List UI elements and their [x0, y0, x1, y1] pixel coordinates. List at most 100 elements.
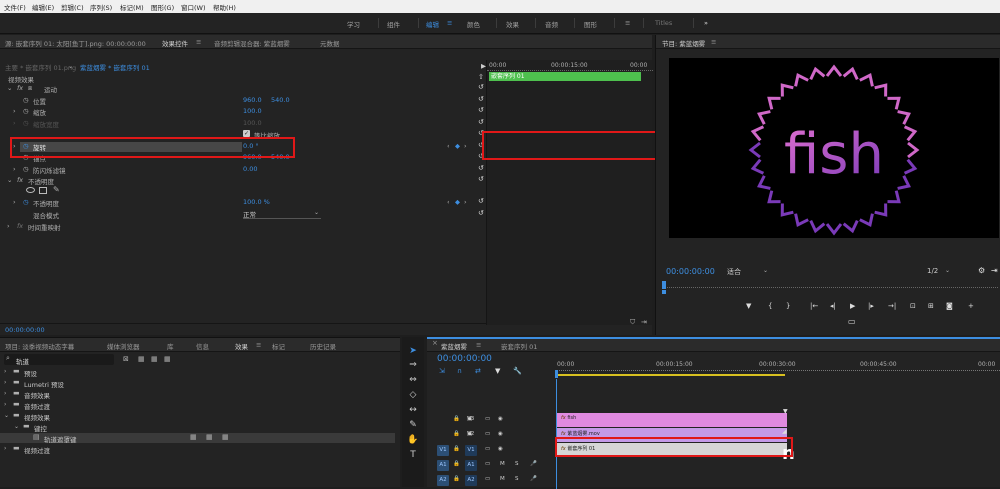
workspace-menu-icon-2[interactable]: ≡	[625, 19, 630, 27]
effects-tree-item[interactable]: › ▬ 音频效果	[0, 389, 395, 400]
microphone-icon[interactable]: 🎤	[530, 461, 537, 467]
zoom-fit-select[interactable]: 适合	[727, 267, 741, 277]
expand-icon[interactable]: ⇥	[991, 266, 998, 275]
effects-tree-item[interactable]: › ▬ 音频过渡	[0, 400, 395, 411]
track-name-a1[interactable]: A1	[465, 460, 477, 471]
filter-icon[interactable]: ⛉	[630, 318, 635, 327]
tab-libraries[interactable]: 库	[167, 341, 174, 351]
mark-out-icon[interactable]: }	[786, 302, 790, 310]
tab-effects[interactable]: 效果	[235, 341, 248, 351]
reset-motion-icon[interactable]: ↺	[478, 83, 484, 91]
workspace-assembly[interactable]: 组件	[387, 19, 400, 29]
antiflicker-value[interactable]: 0.00	[243, 165, 257, 175]
tab-sequence-main[interactable]: 紫蓝烟雾	[441, 341, 467, 351]
effects-tree-item[interactable]: › ▬ Lumetri 预设	[0, 378, 395, 389]
opacity-value[interactable]: 100.0 %	[243, 198, 270, 208]
play-button-icon[interactable]: ▶	[850, 302, 855, 310]
track-name-a2[interactable]: A2	[465, 475, 477, 486]
menu-edit[interactable]: 编辑(E)	[32, 2, 54, 12]
eye-icon[interactable]: ◉	[498, 446, 503, 452]
chevron-right-icon[interactable]: ›	[4, 368, 6, 375]
uniform-scale-checkbox[interactable]: ✓	[243, 130, 250, 137]
effect-timecode[interactable]: 00:00:00:00	[5, 326, 45, 334]
mark-in-icon[interactable]: {	[768, 302, 772, 310]
menu-marker[interactable]: 标记(M)	[120, 2, 144, 12]
stopwatch-icon[interactable]: ◷	[23, 96, 29, 106]
menu-help[interactable]: 帮助(H)	[213, 2, 236, 12]
chevron-down-icon[interactable]: ⌄	[945, 267, 950, 274]
add-button-icon[interactable]: +	[968, 302, 974, 310]
chevron-right-icon[interactable]: ›	[13, 198, 16, 208]
ripple-edit-icon[interactable]: ⇔	[407, 374, 419, 386]
workspace-effects[interactable]: 效果	[506, 19, 519, 29]
eye-icon[interactable]: ◉	[498, 416, 503, 422]
effects-tree-item[interactable]: › ▬ 视频过渡	[0, 444, 395, 455]
tab-markers[interactable]: 标记	[272, 341, 285, 351]
tab-audio-mixer[interactable]: 音频剪辑混合器: 紫蓝烟雾	[214, 38, 290, 48]
program-video-frame[interactable]: fish	[669, 58, 999, 238]
tab-project[interactable]: 项目: 淡季视频动态字幕	[5, 341, 74, 351]
export-frame-icon[interactable]: ◙	[946, 302, 953, 310]
blend-mode-select[interactable]: 正常 ⌄	[243, 209, 321, 219]
track-name-v3[interactable]: V3	[467, 416, 474, 422]
tab-info[interactable]: 信息	[196, 341, 209, 351]
reset-scale-width-icon[interactable]: ↺	[478, 118, 484, 126]
toggle-output-icon[interactable]: ▭	[485, 461, 490, 467]
resolution-select[interactable]: 1/2	[927, 267, 938, 275]
pen-mask-icon[interactable]: ✎	[53, 185, 60, 195]
toggle-output-icon[interactable]: ▭	[485, 431, 490, 437]
timeline-menu-icon[interactable]: ≡	[476, 341, 481, 349]
tab-media-browser[interactable]: 媒体浏览器	[107, 341, 140, 351]
next-keyframe-icon[interactable]: ›	[464, 198, 467, 208]
reset-antiflicker-icon[interactable]: ↺	[478, 164, 484, 172]
workspace-titles[interactable]: Titles	[655, 19, 672, 27]
menu-window[interactable]: 窗口(W)	[181, 2, 206, 12]
prev-keyframe-icon[interactable]: ‹	[447, 142, 450, 152]
add-keyframe-icon[interactable]: ◆	[455, 198, 460, 208]
next-keyframe-icon[interactable]: ›	[464, 142, 467, 152]
menu-graphics[interactable]: 图形(G)	[151, 2, 174, 12]
timeline-ruler[interactable]: 00:00 00:00:15:00 00:00:30:00 00:00:45:0…	[555, 359, 1000, 379]
workspace-color[interactable]: 颜色	[467, 19, 480, 29]
transform-icon[interactable]: ⧈	[28, 84, 32, 94]
add-marker-icon[interactable]: ▼	[746, 302, 751, 310]
rectangle-mask-icon[interactable]	[39, 187, 47, 194]
chevron-down-icon[interactable]: ⌄	[7, 84, 12, 94]
track-select-icon[interactable]: ⇒	[407, 359, 419, 371]
solo-button[interactable]: S	[515, 461, 519, 467]
settings-icon[interactable]: ⚙	[978, 266, 985, 275]
tab-metadata[interactable]: 元数据	[320, 38, 340, 48]
reset-position-icon[interactable]: ↺	[478, 95, 484, 103]
slip-tool-icon[interactable]: ↔	[407, 404, 419, 416]
lock-icon[interactable]: 🔒	[453, 446, 460, 452]
yuv-effects-icon[interactable]: ▦	[164, 355, 171, 363]
position-y-value[interactable]: 540.0	[271, 96, 290, 106]
lock-icon[interactable]: 🔒	[453, 416, 460, 422]
razor-icon[interactable]: ◇	[407, 389, 419, 401]
source-patch-a1[interactable]: A1	[437, 460, 449, 471]
step-back-icon[interactable]: ◂|	[830, 302, 836, 310]
workspace-graphics[interactable]: 图形	[584, 19, 597, 29]
go-to-in-icon[interactable]: |←	[810, 302, 818, 310]
chevron-down-icon[interactable]: ⌄	[7, 176, 12, 186]
source-patch-v1[interactable]: V1	[437, 445, 449, 456]
vr-toggle-icon[interactable]: ▭	[848, 317, 856, 326]
effects-menu-icon[interactable]: ≡	[256, 341, 261, 349]
lock-icon[interactable]: 🔒	[453, 461, 460, 467]
microphone-icon[interactable]: 🎤	[530, 476, 537, 482]
chevron-right-icon[interactable]: ›	[4, 390, 6, 397]
reset-blend-icon[interactable]: ↺	[478, 209, 484, 217]
reset-scale-icon[interactable]: ↺	[478, 106, 484, 114]
ellipse-mask-icon[interactable]	[26, 187, 35, 193]
fx-icon[interactable]: fx	[17, 176, 23, 186]
fx-icon[interactable]: fx	[17, 84, 23, 94]
tab-effect-controls[interactable]: 效果控件	[162, 38, 188, 48]
step-forward-icon[interactable]: |▸	[868, 302, 874, 310]
scale-value[interactable]: 100.0	[243, 107, 262, 117]
workspace-more-icon[interactable]: »	[704, 19, 708, 27]
effects-tree-item[interactable]: ▤ 轨道遮罩键 ▦ ▦ ▦	[0, 433, 395, 444]
stopwatch-icon[interactable]: ◷	[23, 165, 29, 175]
insert-icon[interactable]: ⊡	[910, 302, 916, 310]
solo-button[interactable]: S	[515, 476, 519, 482]
reset-opacity-section-icon[interactable]: ↺	[478, 175, 484, 183]
